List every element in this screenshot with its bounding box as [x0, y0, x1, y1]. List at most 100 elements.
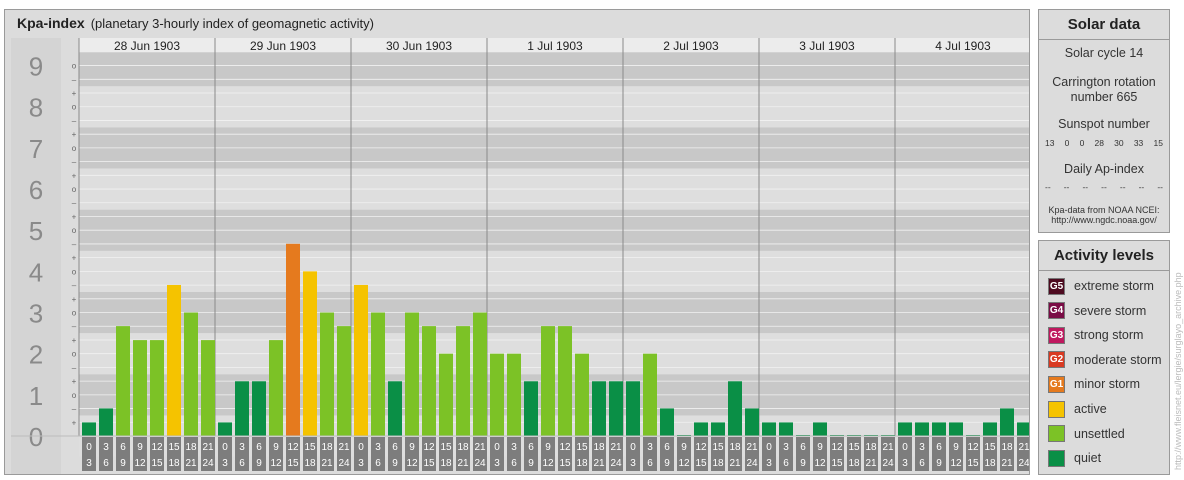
time-slot-start: 21 [882, 442, 894, 453]
time-slot-start: 18 [185, 442, 197, 453]
ap-value: -- [1138, 182, 1145, 192]
time-slot-end: 18 [576, 458, 588, 469]
time-slot-end: 15 [695, 458, 707, 469]
time-slot-start: 9 [817, 442, 823, 453]
time-slot-start: 18 [729, 442, 741, 453]
time-slot-end: 21 [729, 458, 741, 469]
day-label: 29 Jun 1903 [250, 39, 316, 53]
kp-bar [422, 326, 436, 436]
activity-levels-title: Activity levels [1039, 241, 1169, 271]
kp-bar [99, 408, 113, 436]
day-label: 30 Jun 1903 [386, 39, 452, 53]
time-slot-end: 15 [967, 458, 979, 469]
time-slot-end: 21 [185, 458, 197, 469]
legend-label: quiet [1074, 451, 1102, 466]
time-slot-start: 18 [457, 442, 469, 453]
time-slot-end: 9 [664, 458, 670, 469]
time-slot-end: 18 [984, 458, 996, 469]
kp-sub-mark: + [72, 254, 77, 263]
kp-band [79, 52, 1029, 87]
time-slot-end: 15 [559, 458, 571, 469]
time-slot-start: 12 [423, 442, 435, 453]
kp-bar [218, 422, 232, 436]
kp-sub-mark: – [72, 240, 77, 249]
time-slot-start: 3 [103, 442, 109, 453]
legend-label: unsettled [1074, 426, 1125, 441]
time-slot-end: 21 [1001, 458, 1013, 469]
time-slot-start: 9 [953, 442, 959, 453]
time-slot-end: 12 [814, 458, 826, 469]
legend-swatch: G2 [1048, 351, 1065, 369]
time-slot-end: 6 [647, 458, 653, 469]
time-slot-start: 21 [202, 442, 214, 453]
kp-bar [1017, 422, 1029, 436]
kp-sub-mark: o [72, 62, 77, 71]
kp-bar [507, 353, 521, 436]
kp-sub-mark: + [72, 212, 77, 221]
kp-tick-label: 3 [29, 299, 43, 329]
kpa-bar-chart: 0 +1 – o +2 – o +3 – o +4 – o +5 – o +6 – o +7 – o +8 – o +9 – o 28 … [11, 38, 1029, 474]
kp-bar [371, 312, 385, 436]
legend-swatch: G1 [1048, 375, 1065, 393]
time-slot-end: 9 [528, 458, 534, 469]
kp-sub-mark: – [72, 281, 77, 290]
time-slot-start: 6 [120, 442, 126, 453]
kp-sub-mark: – [72, 405, 77, 414]
sunspot-label: Sunspot number [1058, 117, 1150, 131]
time-slot-start: 12 [967, 442, 979, 453]
time-slot-end: 3 [902, 458, 908, 469]
kp-bar [354, 284, 368, 436]
ap-value: -- [1101, 182, 1107, 192]
kp-bar [201, 340, 215, 436]
kp-sub-mark: o [72, 144, 77, 153]
kp-sub-mark: – [72, 199, 77, 208]
legend-swatch: G4 [1048, 302, 1065, 320]
time-slot-end: 24 [746, 458, 758, 469]
time-slot-end: 18 [712, 458, 724, 469]
kp-bar [388, 381, 402, 436]
time-slot-end: 6 [239, 458, 245, 469]
time-slot-end: 18 [168, 458, 180, 469]
kp-bar [762, 422, 776, 436]
sunspot-value: 13 [1045, 138, 1055, 148]
time-slot-start: 12 [831, 442, 843, 453]
time-slot-start: 3 [239, 442, 245, 453]
kp-sub-mark: + [72, 89, 77, 98]
kp-bar [1000, 408, 1014, 436]
legend-label: moderate storm [1074, 352, 1162, 367]
kp-sub-mark: o [72, 391, 77, 400]
time-slot-end: 3 [766, 458, 772, 469]
time-slot-end: 24 [338, 458, 350, 469]
time-slot-end: 21 [865, 458, 877, 469]
time-slot-end: 6 [919, 458, 925, 469]
kp-sub-mark: + [72, 336, 77, 345]
time-slot-end: 6 [511, 458, 517, 469]
time-slot-end: 18 [848, 458, 860, 469]
kp-bar [949, 422, 963, 436]
kp-bar [813, 422, 827, 436]
kp-bar [303, 271, 317, 436]
time-slot-start: 12 [559, 442, 571, 453]
kp-sub-mark: + [72, 171, 77, 180]
kp-bar [983, 422, 997, 436]
source-line1: Kpa-data from NOAA NCEI: [1048, 205, 1160, 215]
kp-bar [626, 381, 640, 436]
legend-item: G1 minor storm [1048, 375, 1140, 393]
kp-bar [184, 312, 198, 436]
time-slot-start: 3 [919, 442, 925, 453]
day-label: 3 Jul 1903 [799, 39, 855, 53]
legend-label: severe storm [1074, 303, 1147, 318]
time-slot-start: 21 [338, 442, 350, 453]
time-slot-end: 24 [202, 458, 214, 469]
kp-tick-label: 2 [29, 340, 43, 370]
kp-bar [524, 381, 538, 436]
time-slot-start: 0 [358, 442, 364, 453]
kp-tick-label: 5 [29, 216, 43, 246]
kp-sub-mark: o [72, 350, 77, 359]
ap-label: Daily Ap-index [1064, 162, 1144, 176]
kp-sub-mark: – [72, 158, 77, 167]
legend-item: G3 strong storm [1048, 326, 1143, 344]
kp-tick-label: 7 [29, 134, 43, 164]
time-slot-start: 18 [593, 442, 605, 453]
time-slot-start: 3 [511, 442, 517, 453]
